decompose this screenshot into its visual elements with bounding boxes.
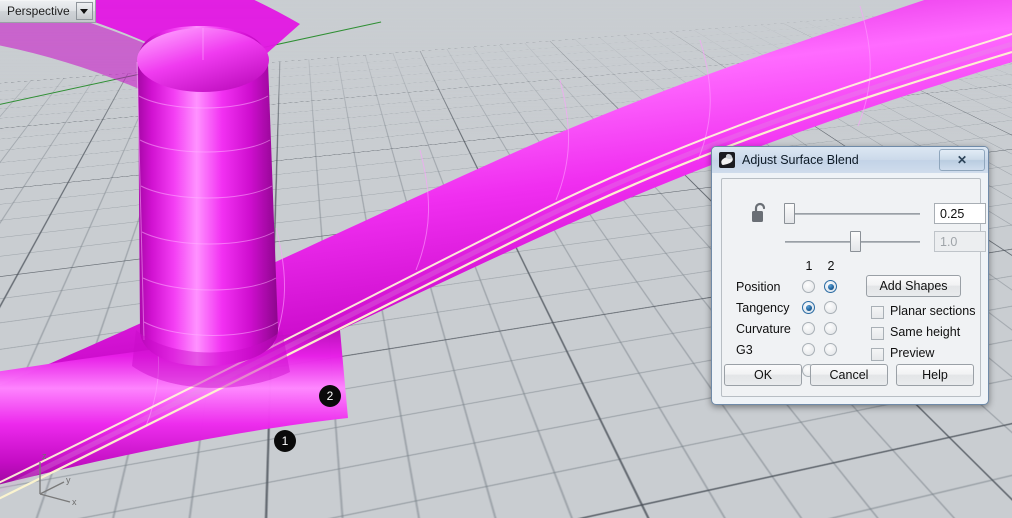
application-window: 1 2 z y x Perspective Adjust Surface Ble… (0, 0, 1012, 518)
svg-text:y: y (66, 475, 71, 485)
svg-text:x: x (72, 497, 77, 506)
dialog-title: Adjust Surface Blend (742, 153, 859, 167)
continuity-column-header-2: 2 (827, 259, 835, 273)
adjust-surface-blend-dialog[interactable]: Adjust Surface Blend ✕ 0.25 1.0 1 2 Posi… (711, 146, 989, 405)
same-height-checkbox[interactable] (871, 327, 884, 340)
axis-gizmo: z y x (30, 446, 94, 506)
viewport-title-label: Perspective (7, 4, 70, 18)
planar-sections-label: Planar sections (890, 304, 976, 318)
continuity-label-g3: G3 (736, 343, 753, 357)
continuity-radio-curvature-1[interactable] (802, 322, 815, 335)
blend-value-2-field: 1.0 (934, 231, 986, 252)
blend-value-1-field[interactable]: 0.25 (934, 203, 986, 224)
blend-slider-1-track[interactable] (785, 213, 920, 215)
planar-sections-checkbox[interactable] (871, 306, 884, 319)
unlocked-padlock-icon[interactable] (750, 202, 770, 226)
surface-blend-icon (719, 152, 735, 168)
viewport-title-tab[interactable]: Perspective (0, 0, 96, 23)
help-button[interactable]: Help (896, 364, 974, 386)
continuity-radio-curvature-2[interactable] (824, 322, 837, 335)
continuity-radio-position-1[interactable] (802, 280, 815, 293)
add-shapes-button[interactable]: Add Shapes (866, 275, 961, 297)
chevron-down-icon[interactable] (75, 2, 93, 20)
continuity-radio-g3-1[interactable] (802, 343, 815, 356)
preview-label: Preview (890, 346, 935, 360)
same-height-label: Same height (890, 325, 961, 339)
ok-button[interactable]: OK (724, 364, 802, 386)
blend-marker-2[interactable]: 2 (319, 385, 341, 407)
continuity-radio-g3-2[interactable] (824, 343, 837, 356)
blend-slider-1-thumb[interactable] (784, 203, 795, 224)
continuity-radio-tangency-1[interactable] (802, 301, 815, 314)
continuity-label-tangency: Tangency (736, 301, 790, 315)
continuity-label-curvature: Curvature (736, 322, 791, 336)
preview-checkbox[interactable] (871, 348, 884, 361)
continuity-radio-position-2[interactable] (824, 280, 837, 293)
continuity-label-position: Position (736, 280, 781, 294)
blend-marker-1[interactable]: 1 (274, 430, 296, 452)
continuity-radio-tangency-2[interactable] (824, 301, 837, 314)
blend-slider-2-thumb[interactable] (850, 231, 861, 252)
cancel-button[interactable]: Cancel (810, 364, 888, 386)
close-icon[interactable]: ✕ (939, 149, 985, 171)
continuity-column-header-1: 1 (805, 259, 813, 273)
dialog-title-bar[interactable]: Adjust Surface Blend ✕ (712, 147, 988, 173)
svg-text:z: z (42, 451, 47, 461)
